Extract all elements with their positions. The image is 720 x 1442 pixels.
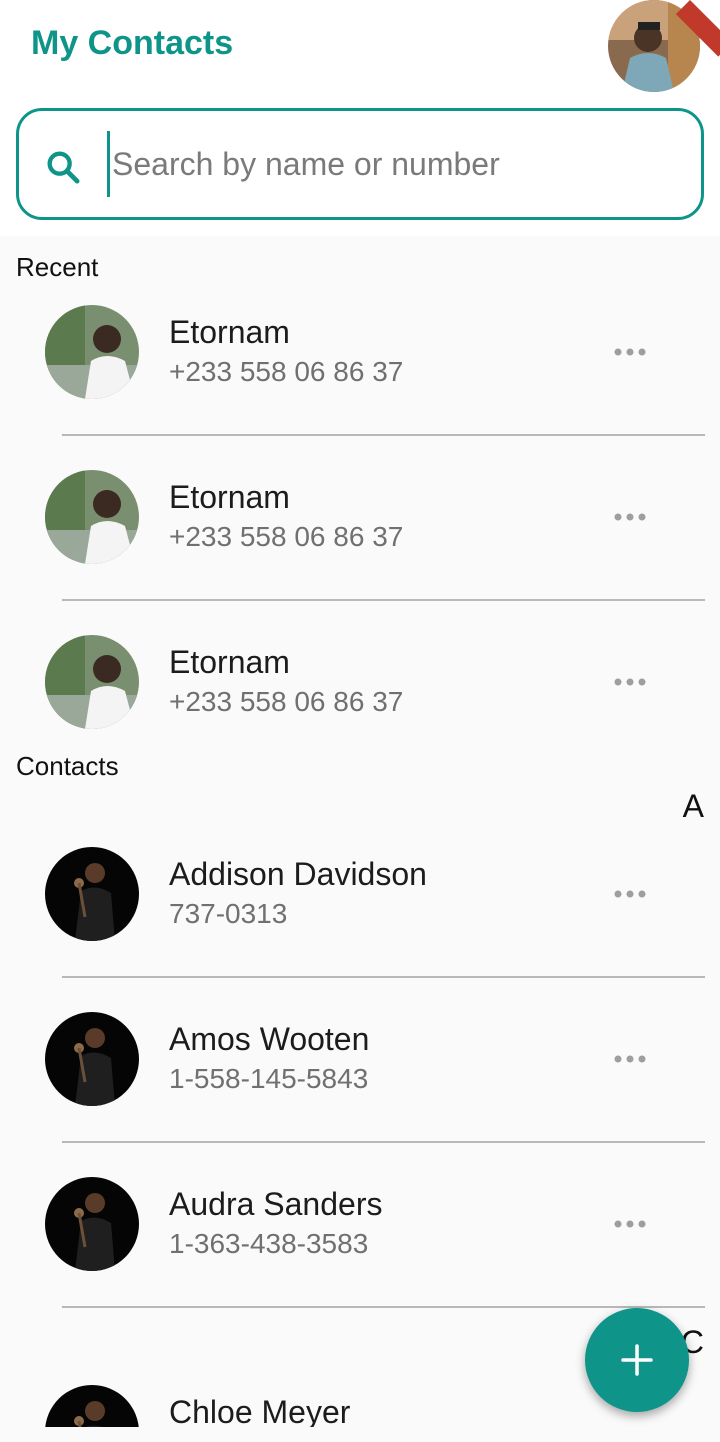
more-horizontal-icon[interactable] xyxy=(612,675,648,689)
add-contact-button[interactable] xyxy=(585,1308,689,1412)
section-header-contacts: Contacts xyxy=(16,751,119,781)
search-input[interactable] xyxy=(107,131,677,197)
search-bar[interactable] xyxy=(16,108,704,220)
top-bar: My Contacts xyxy=(0,0,720,236)
contact-name: Etornam xyxy=(169,314,290,350)
contact-phone: 737-0313 xyxy=(169,898,288,929)
contacts-screen: My Contacts Recent Etornam + xyxy=(0,0,720,1442)
contact-phone: +233 558 06 86 37 xyxy=(169,521,404,552)
contact-name: Etornam xyxy=(169,644,290,680)
more-horizontal-icon[interactable] xyxy=(612,1217,648,1231)
more-horizontal-icon[interactable] xyxy=(612,887,648,901)
contact-phone: +233 558 06 86 37 xyxy=(169,356,404,387)
list-item[interactable]: Addison Davidson 737-0313 xyxy=(0,812,720,977)
avatar xyxy=(45,1385,139,1427)
contact-name: Addison Davidson xyxy=(169,856,427,892)
search-icon xyxy=(47,151,80,184)
contact-name: Amos Wooten xyxy=(169,1021,370,1057)
avatar xyxy=(45,635,139,729)
avatar xyxy=(45,1012,139,1106)
contact-phone: 1-558-145-5843 xyxy=(169,1063,369,1094)
list-item[interactable]: Etornam +233 558 06 86 37 xyxy=(0,270,720,435)
avatar xyxy=(45,1177,139,1271)
contact-name: Audra Sanders xyxy=(169,1186,383,1222)
list-item[interactable]: Etornam +233 558 06 86 37 xyxy=(0,600,720,765)
more-horizontal-icon[interactable] xyxy=(612,1052,648,1066)
contact-phone: +233 558 06 86 37 xyxy=(169,686,404,717)
avatar xyxy=(45,470,139,564)
list-item[interactable]: Amos Wooten 1-558-145-5843 xyxy=(0,977,720,1142)
list-item[interactable]: Audra Sanders 1-363-438-3583 xyxy=(0,1142,720,1307)
contact-phone: 1-363-438-3583 xyxy=(169,1228,369,1259)
contact-name: Chloe Meyer xyxy=(169,1394,351,1427)
more-horizontal-icon[interactable] xyxy=(612,510,648,524)
avatar xyxy=(45,305,139,399)
avatar xyxy=(45,847,139,941)
contact-name: Etornam xyxy=(169,479,290,515)
list-item[interactable]: Etornam +233 558 06 86 37 xyxy=(0,435,720,600)
page-title: My Contacts xyxy=(31,24,234,62)
more-horizontal-icon[interactable] xyxy=(612,345,648,359)
add-icon xyxy=(621,1344,653,1376)
divider xyxy=(62,1306,705,1308)
